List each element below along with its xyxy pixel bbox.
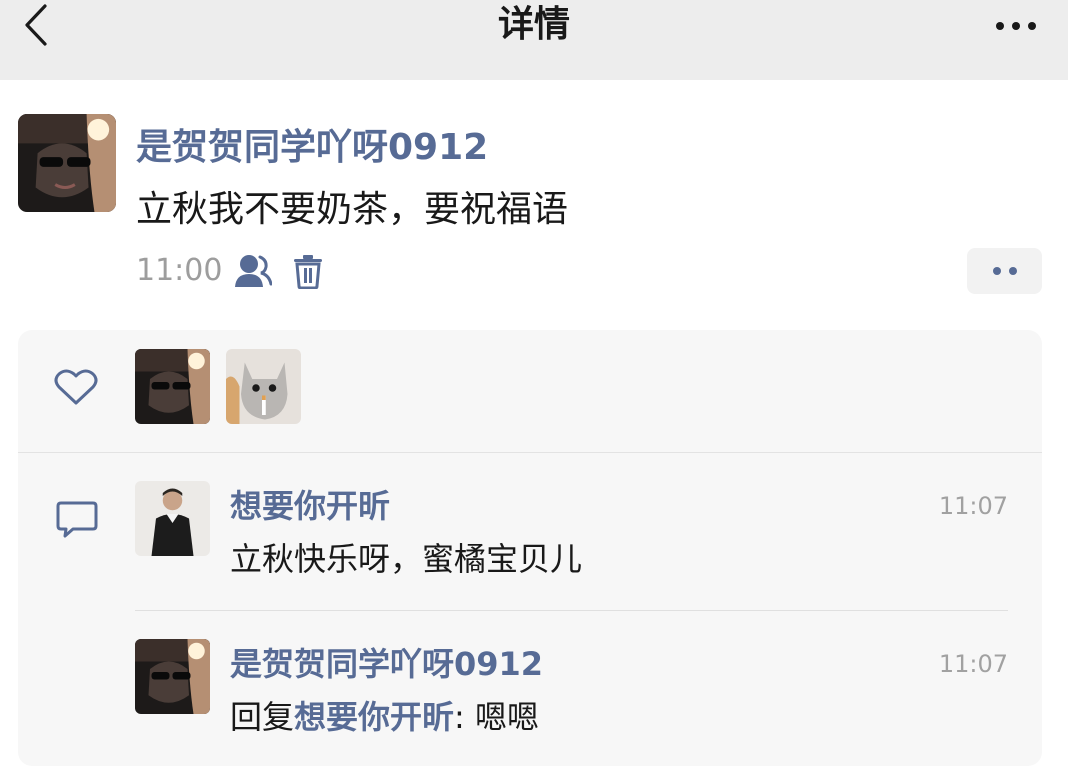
comment-time: 11:07: [938, 492, 1008, 520]
comment-divider: [135, 610, 1008, 611]
post-author-avatar[interactable]: [18, 114, 116, 212]
liker-avatar[interactable]: [226, 349, 301, 424]
post-time: 11:00: [136, 253, 223, 288]
like-icon: [54, 369, 98, 405]
comment-author-name[interactable]: 想要你开昕: [230, 486, 390, 526]
commenter-avatar[interactable]: [135, 481, 210, 556]
commenter-avatar[interactable]: [135, 639, 210, 714]
action-dot-icon: [992, 267, 1001, 275]
more-icon: [996, 22, 1004, 30]
trash-icon[interactable]: [292, 253, 324, 289]
post-text: 立秋我不要奶茶，要祝福语: [136, 189, 569, 230]
reply-prefix: 回复: [230, 698, 295, 736]
panel-divider: [18, 452, 1042, 453]
comment-author-name[interactable]: 是贺贺同学吖呀0912: [230, 644, 543, 684]
more-button[interactable]: [986, 6, 1046, 46]
page-title: 详情: [497, 4, 570, 45]
post-author-name[interactable]: 是贺贺同学吖呀0912: [136, 118, 488, 168]
comment-text: 立秋快乐呀，蜜橘宝贝儿: [230, 540, 583, 578]
comment-icon: [56, 501, 98, 538]
post-action-button[interactable]: [967, 248, 1042, 294]
top-bar: 详情: [0, 0, 1068, 80]
comment-text: 回复想要你开昕: 嗯嗯: [230, 696, 539, 738]
liker-avatar[interactable]: [135, 349, 210, 424]
comment-time: 11:07: [938, 650, 1008, 678]
reply-text: : 嗯嗯: [454, 698, 539, 736]
reply-to-name[interactable]: 想要你开昕: [294, 698, 454, 736]
visibility-icon[interactable]: [234, 253, 272, 289]
